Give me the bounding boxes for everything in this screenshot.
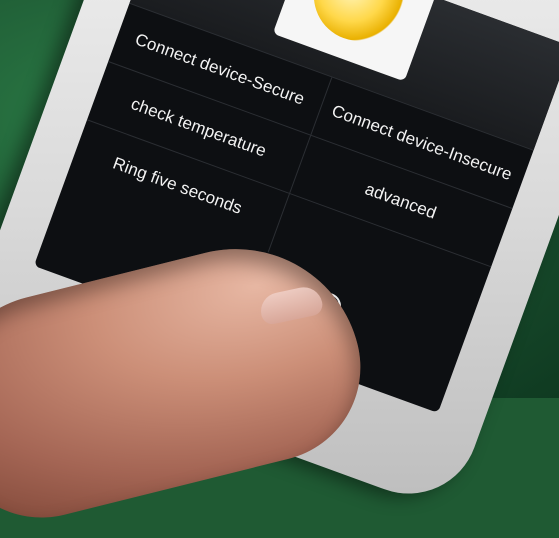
advanced-label: advanced — [362, 179, 439, 223]
